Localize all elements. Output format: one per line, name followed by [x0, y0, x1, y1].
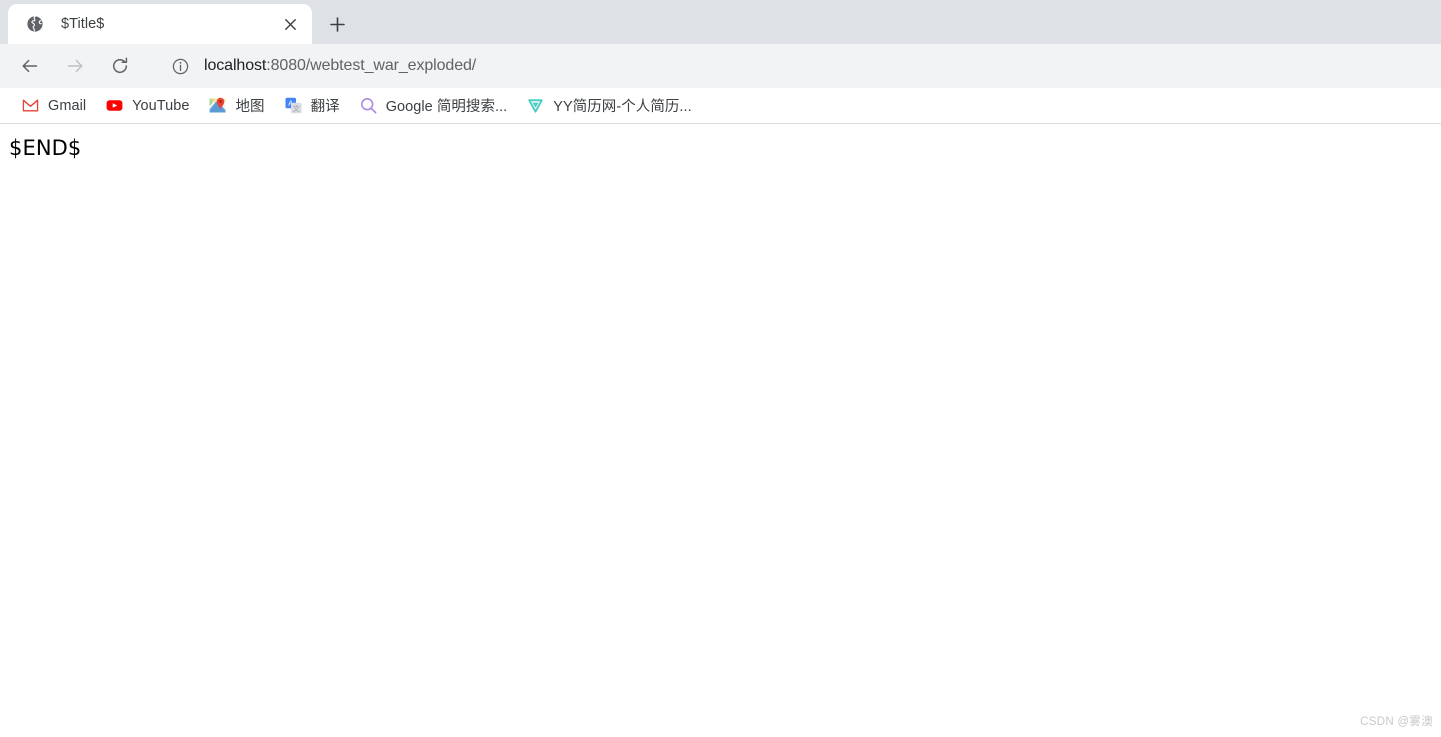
yy-resume-icon — [527, 97, 544, 114]
globe-icon — [26, 15, 44, 33]
bookmark-label: Gmail — [48, 97, 87, 114]
info-circle-icon[interactable] — [170, 56, 190, 76]
forward-button[interactable] — [57, 48, 93, 84]
plus-icon — [329, 16, 345, 32]
gmail-icon — [22, 97, 39, 114]
url-path: :8080/webtest_war_exploded/ — [266, 57, 477, 74]
arrow-left-icon — [22, 59, 38, 73]
page-body-text: $END$ — [9, 136, 82, 160]
new-tab-button[interactable] — [320, 10, 354, 38]
bookmark-maps[interactable]: 地图 — [201, 93, 272, 119]
navigation-toolbar: localhost:8080/webtest_war_exploded/ — [0, 44, 1441, 88]
back-button[interactable] — [12, 48, 48, 84]
google-translate-icon: A 文 — [285, 97, 302, 114]
bookmark-label: Google 简明搜索... — [385, 99, 508, 115]
bookmark-google-search[interactable]: Google 简明搜索... — [352, 93, 516, 119]
tab-strip: $Title$ — [0, 0, 1441, 44]
bookmark-gmail[interactable]: Gmail — [14, 93, 94, 119]
browser-tab[interactable]: $Title$ — [8, 4, 312, 44]
svg-text:文: 文 — [292, 104, 299, 113]
url-host: localhost — [204, 57, 267, 74]
arrow-right-icon — [67, 59, 83, 73]
close-icon[interactable] — [278, 12, 302, 36]
bookmark-label: 地图 — [235, 99, 265, 115]
google-maps-icon — [209, 97, 226, 114]
bookmark-yy-resume[interactable]: YY简历网-个人简历... — [519, 93, 699, 119]
bookmark-label: YY简历网-个人简历... — [553, 99, 692, 115]
bookmark-label: 翻译 — [310, 99, 340, 115]
address-bar[interactable]: localhost:8080/webtest_war_exploded/ — [158, 50, 1441, 82]
reload-button[interactable] — [102, 48, 138, 84]
tab-title: $Title$ — [61, 16, 105, 32]
reload-icon — [112, 57, 128, 74]
bookmark-translate[interactable]: A 文 翻译 — [277, 93, 348, 119]
search-magnifier-icon — [360, 97, 377, 114]
bookmarks-bar: Gmail YouTube 地图 A 文 翻译 Google 简明搜索... Y… — [0, 88, 1441, 124]
url-text: localhost:8080/webtest_war_exploded/ — [204, 57, 476, 75]
page-viewport: $END$ CSDN @雾澳 — [0, 124, 1441, 737]
watermark: CSDN @雾澳 — [1360, 716, 1433, 728]
browser-window: $Title$ localhost:8080/webtest_war_explo… — [0, 0, 1441, 737]
bookmark-label: YouTube — [132, 97, 190, 114]
youtube-icon — [106, 97, 123, 114]
bookmark-youtube[interactable]: YouTube — [98, 93, 197, 119]
